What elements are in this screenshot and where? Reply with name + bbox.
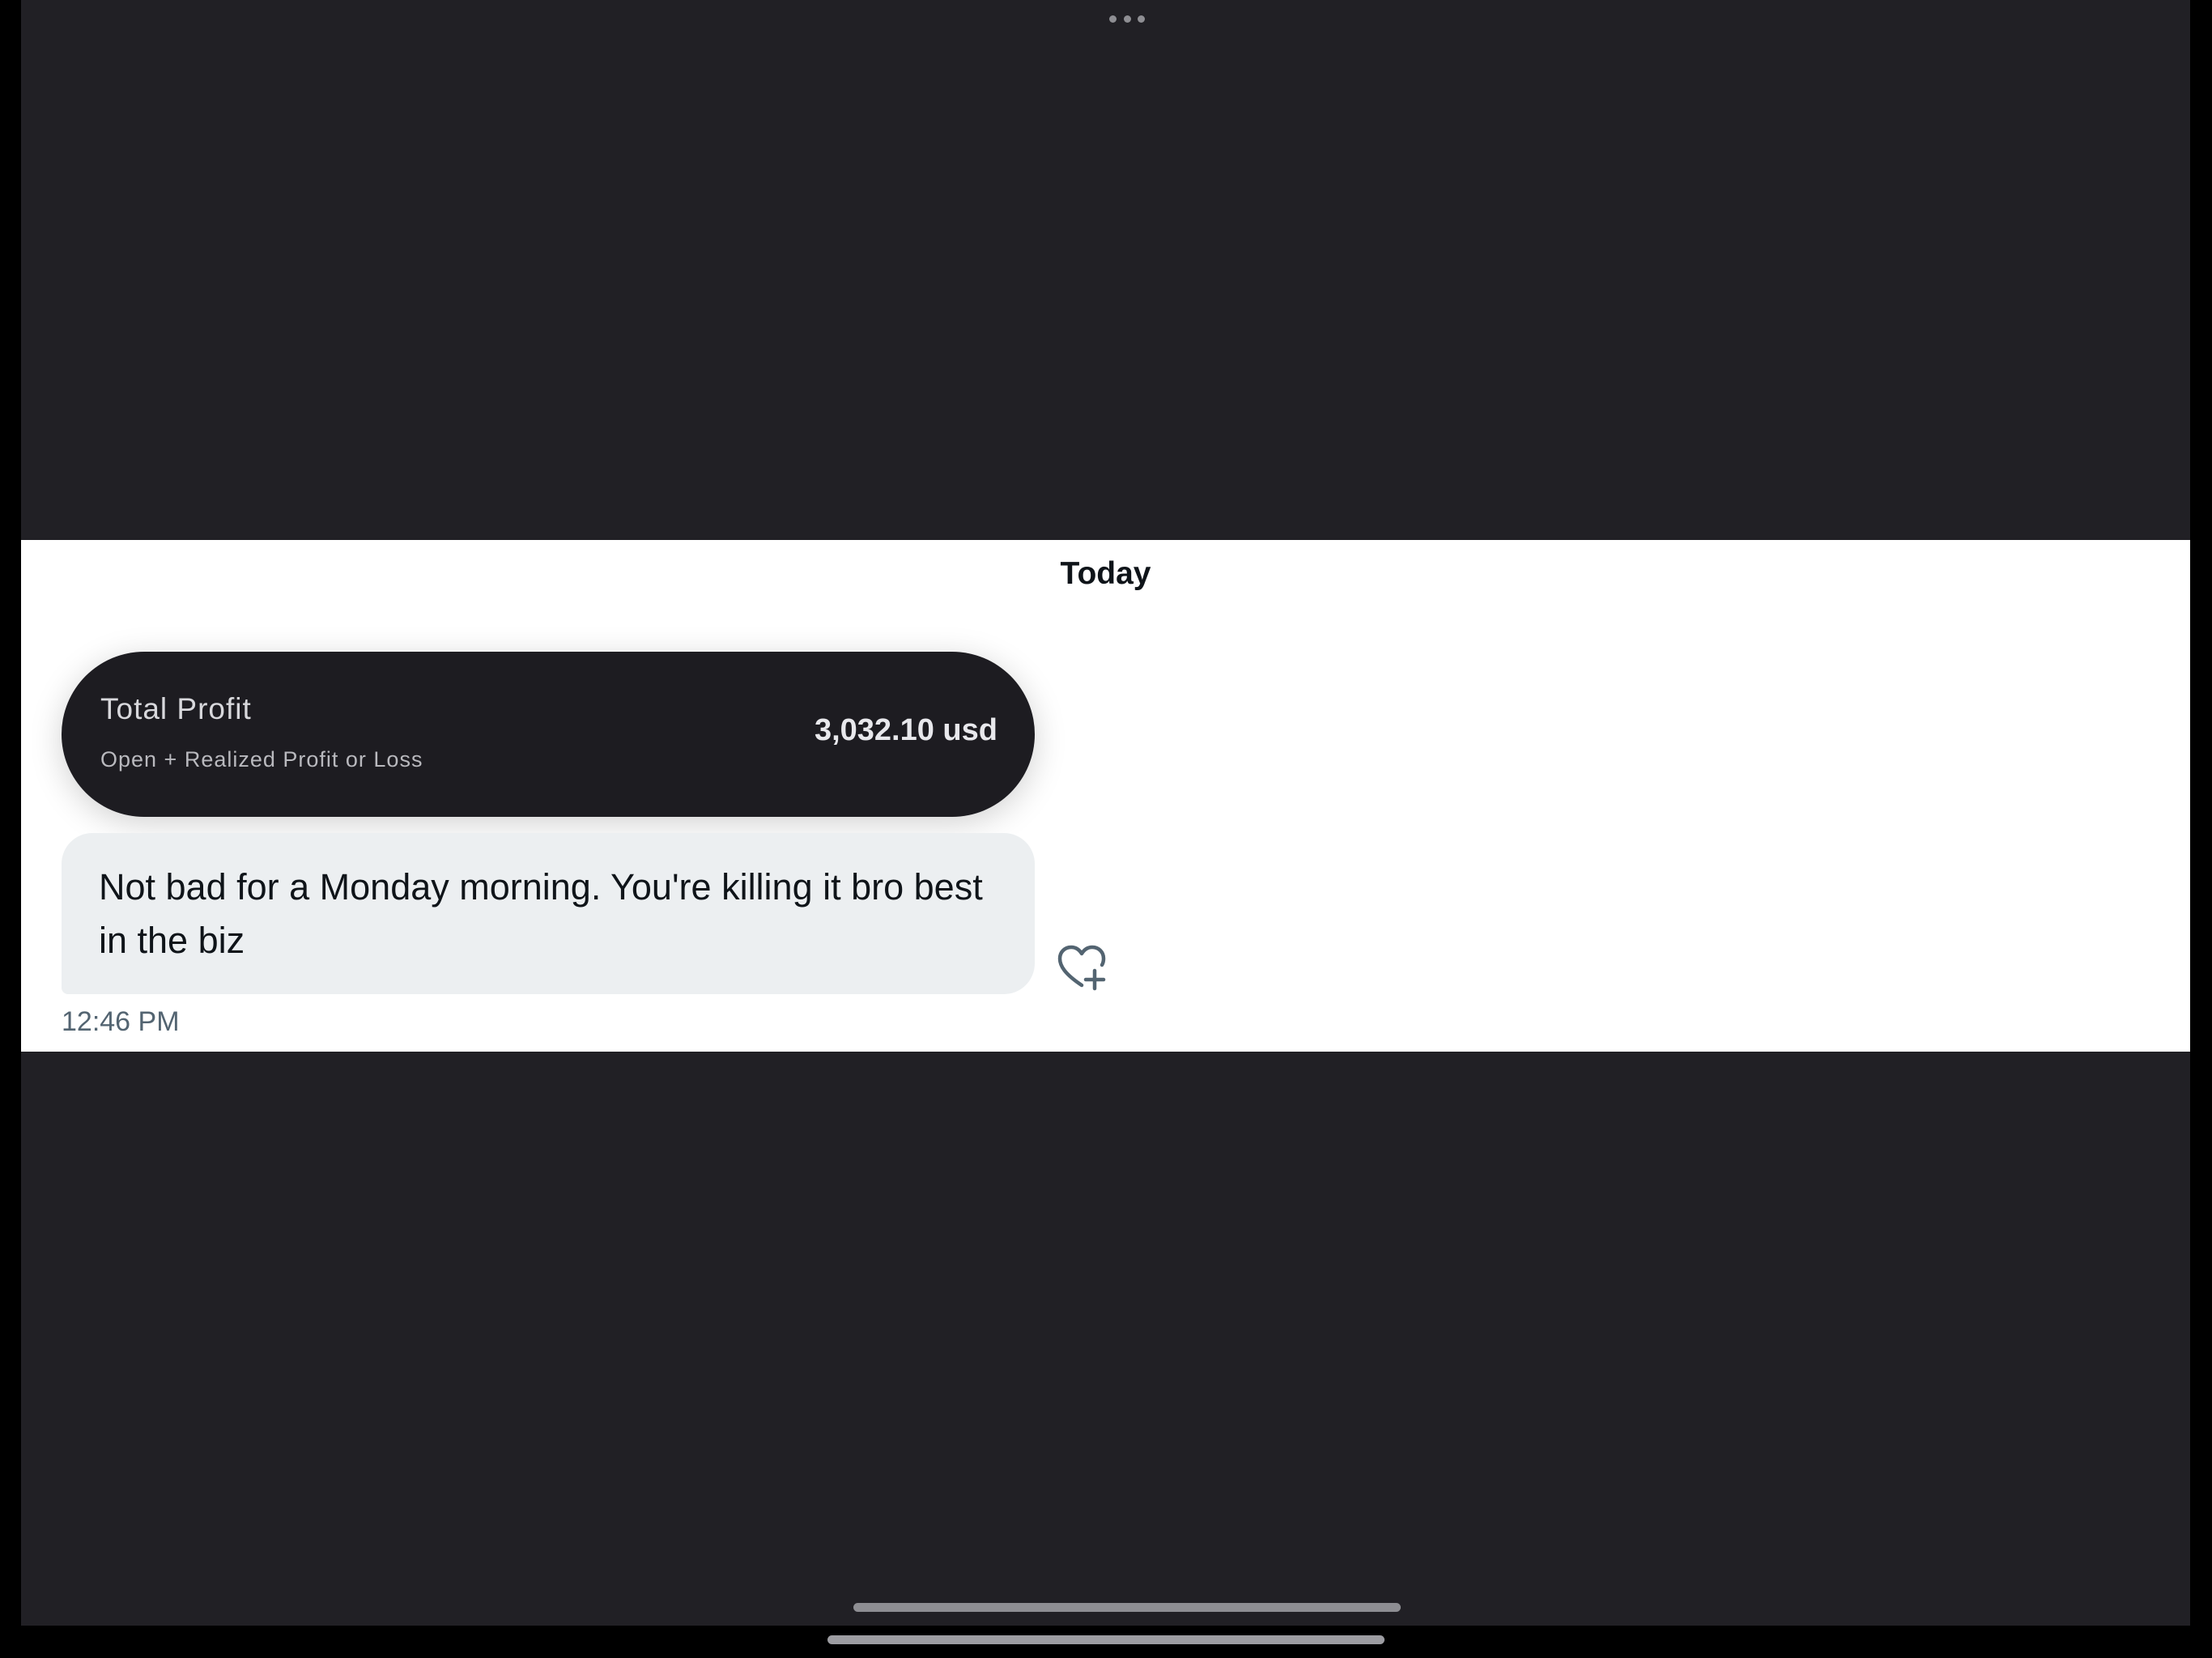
message-panel: Today Total Profit Open + Realized Profi… (21, 540, 2190, 1052)
device-frame: Today Total Profit Open + Realized Profi… (0, 0, 2212, 1658)
heart-plus-icon[interactable] (1057, 943, 1107, 993)
message-bubble[interactable]: Not bad for a Monday morning. You're kil… (62, 833, 1035, 994)
profit-card-subtitle: Open + Realized Profit or Loss (100, 747, 423, 772)
system-home-indicator[interactable] (827, 1635, 1385, 1644)
more-dots-icon[interactable] (1109, 14, 1145, 23)
home-indicator[interactable] (853, 1603, 1401, 1612)
dot (1138, 15, 1145, 23)
dot (1109, 15, 1117, 23)
date-separator: Today (1060, 556, 1151, 591)
profit-card-value: 3,032.10 usd (814, 713, 998, 747)
profit-card-title: Total Profit (100, 692, 252, 725)
message-text: Not bad for a Monday morning. You're kil… (99, 866, 983, 961)
message-timestamp: 12:46 PM (62, 1006, 180, 1037)
profit-card-attachment[interactable]: Total Profit Open + Realized Profit or L… (62, 652, 1035, 817)
dot (1123, 15, 1131, 23)
